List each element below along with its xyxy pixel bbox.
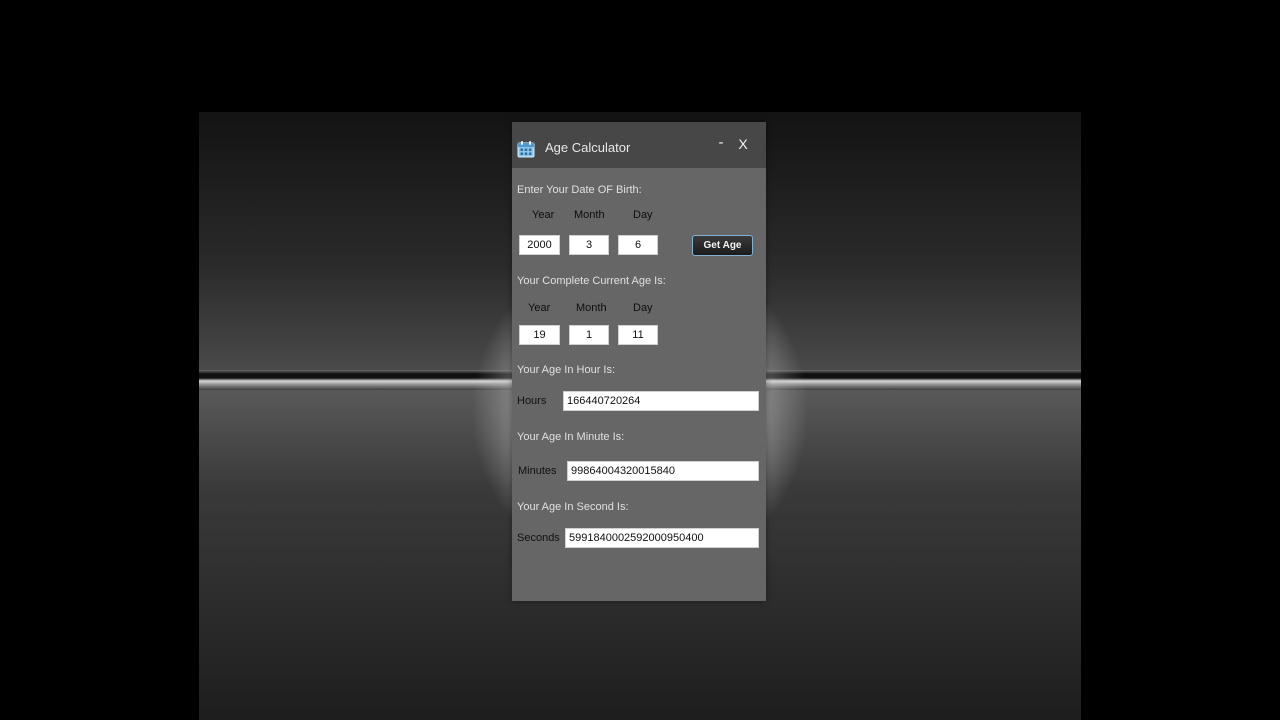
seconds-field[interactable]: [565, 528, 759, 548]
hours-label: Hours: [517, 395, 547, 407]
title-bar[interactable]: Age Calculator - X: [512, 122, 766, 168]
minutes-field[interactable]: [567, 461, 759, 481]
birth-day-label: Day: [633, 209, 653, 221]
age-calculator-window: Age Calculator - X Enter Your Date OF Bi…: [512, 122, 766, 601]
current-age-heading: Your Complete Current Age Is:: [517, 275, 666, 287]
birth-day-input[interactable]: [618, 235, 658, 255]
birth-heading: Enter Your Date OF Birth:: [517, 184, 642, 196]
close-button[interactable]: X: [736, 136, 750, 152]
birth-year-input[interactable]: [519, 235, 560, 255]
birth-month-input[interactable]: [569, 235, 609, 255]
get-age-button[interactable]: Get Age: [692, 235, 753, 256]
window-title: Age Calculator: [545, 140, 631, 155]
age-month-field[interactable]: [569, 325, 609, 345]
hours-field[interactable]: [563, 391, 759, 411]
minimize-button[interactable]: -: [714, 135, 728, 151]
minutes-heading: Your Age In Minute Is:: [517, 431, 625, 443]
age-year-label: Year: [528, 302, 551, 314]
seconds-heading: Your Age In Second Is:: [517, 501, 629, 513]
birth-month-label: Month: [574, 209, 605, 221]
age-day-label: Day: [633, 302, 653, 314]
age-day-field[interactable]: [618, 325, 658, 345]
birth-year-label: Year: [532, 209, 555, 221]
calendar-icon: [517, 141, 535, 158]
minutes-label: Minutes: [518, 465, 557, 477]
hours-heading: Your Age In Hour Is:: [517, 364, 616, 376]
screen-background: Age Calculator - X Enter Your Date OF Bi…: [0, 0, 1280, 720]
age-year-field[interactable]: [519, 325, 560, 345]
seconds-label: Seconds: [517, 532, 560, 544]
age-month-label: Month: [576, 302, 607, 314]
